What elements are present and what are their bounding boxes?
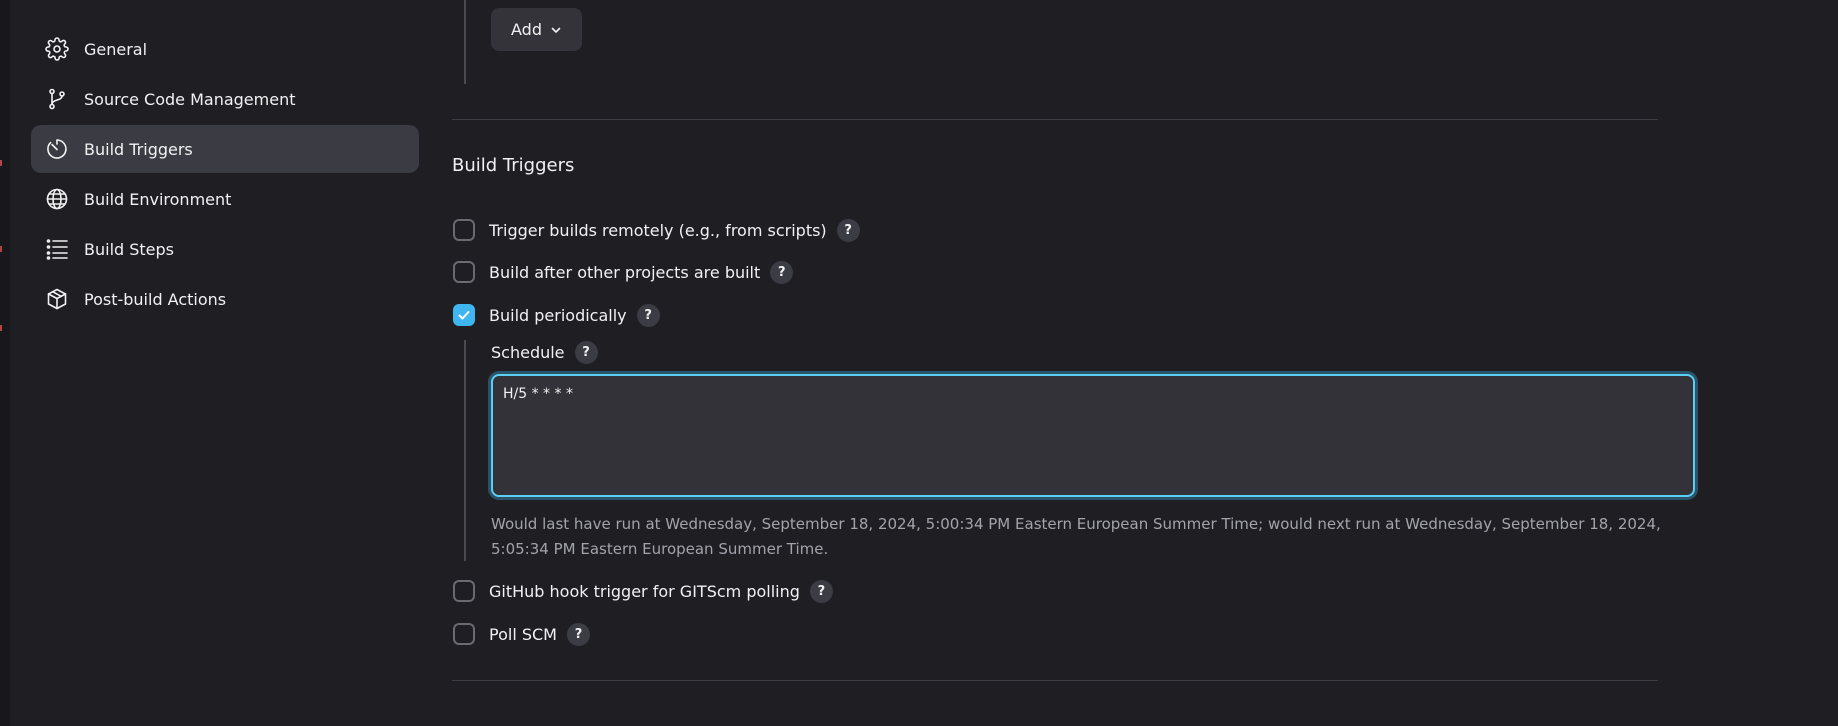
sidebar-item-build-steps[interactable]: Build Steps: [31, 225, 419, 273]
section-divider: [452, 680, 1658, 681]
trigger-option-poll-scm: Poll SCM ?: [452, 620, 590, 648]
trigger-after-other-label[interactable]: Build after other projects are built: [489, 263, 760, 282]
edge-marker: [0, 246, 2, 252]
trigger-option-after-other-projects: Build after other projects are built ?: [452, 258, 794, 286]
branch-icon: [45, 87, 69, 111]
timer-icon: [45, 137, 69, 161]
check-icon: [458, 311, 470, 320]
package-icon: [45, 287, 69, 311]
trigger-option-github-hook: GitHub hook trigger for GITScm polling ?: [452, 577, 833, 605]
globe-icon: [45, 187, 69, 211]
edge-marker: [0, 160, 2, 166]
edge-marker: [0, 325, 2, 331]
chevron-down-icon: [551, 27, 561, 33]
config-main: Add Build Triggers Trigger builds remote…: [452, 0, 1695, 726]
trigger-github-hook-checkbox[interactable]: [453, 580, 475, 602]
list-icon: [45, 237, 69, 261]
sidebar-item-source-code-management[interactable]: Source Code Management: [31, 75, 419, 123]
trigger-option-remote: Trigger builds remotely (e.g., from scri…: [452, 216, 860, 244]
window-edge: [0, 0, 10, 726]
sidebar-item-general[interactable]: General: [31, 25, 419, 73]
help-icon[interactable]: ?: [566, 622, 590, 646]
trigger-periodically-checkbox[interactable]: [453, 304, 475, 326]
sidebar-item-label: Source Code Management: [84, 89, 296, 109]
nested-section-line: [464, 0, 466, 84]
sidebar-item-label: Post-build Actions: [84, 289, 227, 309]
section-divider: [452, 119, 1658, 120]
trigger-poll-scm-label[interactable]: Poll SCM: [489, 625, 557, 644]
help-icon[interactable]: ?: [574, 340, 598, 364]
trigger-after-other-checkbox[interactable]: [453, 261, 475, 283]
help-icon[interactable]: ?: [770, 260, 794, 284]
schedule-label: Schedule: [491, 342, 565, 362]
nested-section-line: [464, 340, 466, 561]
sidebar-item-label: Build Steps: [84, 239, 175, 259]
schedule-field-label: Schedule ?: [491, 340, 598, 364]
help-icon[interactable]: ?: [836, 218, 860, 242]
trigger-remote-label[interactable]: Trigger builds remotely (e.g., from scri…: [489, 221, 827, 240]
sidebar-item-label: Build Environment: [84, 189, 232, 209]
sidebar-item-label: General: [84, 39, 148, 59]
trigger-poll-scm-checkbox[interactable]: [453, 623, 475, 645]
help-icon[interactable]: ?: [636, 303, 660, 327]
schedule-textarea[interactable]: [491, 374, 1695, 497]
jenkins-configure-page: General Source Code Management Build Tri…: [0, 0, 1838, 726]
gear-icon: [45, 37, 69, 61]
sidebar-item-build-environment[interactable]: Build Environment: [31, 175, 419, 223]
sidebar-item-label: Build Triggers: [84, 139, 193, 159]
trigger-remote-checkbox[interactable]: [453, 219, 475, 241]
sidebar-item-build-triggers[interactable]: Build Triggers: [31, 125, 419, 173]
trigger-option-build-periodically: Build periodically ?: [452, 301, 660, 329]
add-dropdown-button[interactable]: Add: [491, 8, 582, 51]
trigger-github-hook-label[interactable]: GitHub hook trigger for GITScm polling: [489, 582, 800, 601]
trigger-periodically-label[interactable]: Build periodically: [489, 306, 627, 325]
help-icon[interactable]: ?: [809, 579, 833, 603]
section-title-build-triggers: Build Triggers: [452, 155, 575, 176]
add-button-label: Add: [511, 20, 542, 39]
sidebar-item-post-build-actions[interactable]: Post-build Actions: [31, 275, 419, 323]
config-sidebar: General Source Code Management Build Tri…: [31, 25, 419, 325]
schedule-validation-text: Would last have run at Wednesday, Septem…: [491, 515, 1661, 558]
